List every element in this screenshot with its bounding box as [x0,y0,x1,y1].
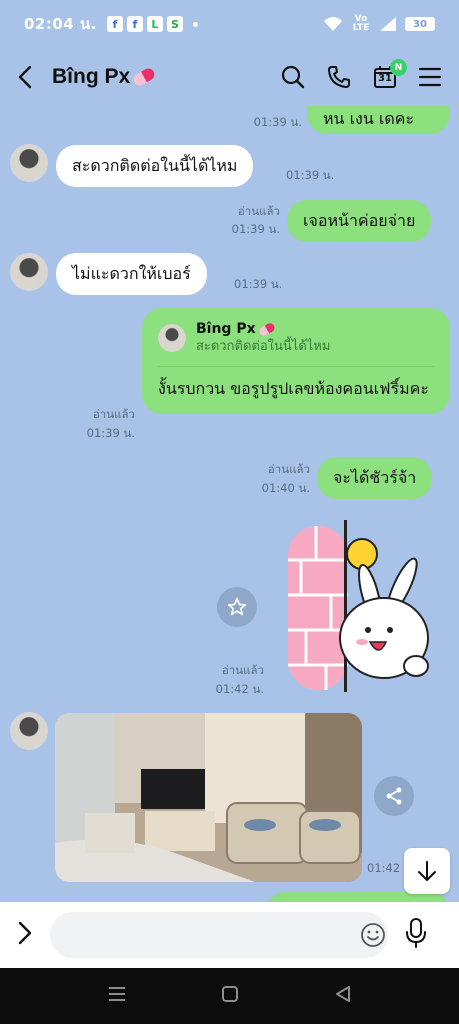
avatar[interactable] [10,144,48,182]
avatar[interactable] [10,712,48,750]
pill-emoji-icon [257,321,276,337]
battery-indicator: 30 [405,17,435,31]
more-notifications-dot [192,21,198,27]
arrow-down-icon [418,861,436,881]
quoted-sender-name: Bîng Px [196,321,256,337]
share-icon [386,787,402,805]
shield-icon: S [166,16,183,32]
menu-icon[interactable] [419,67,441,87]
chat-header: Bîng Px 31 N [0,48,459,106]
photo-message[interactable] [55,713,362,882]
quoted-text: สะดวกติดต่อในนี้ได้ไหม [196,339,331,354]
phone-icon[interactable] [327,65,351,89]
message-bubble-outgoing[interactable]: เจอหน้าค่อยจ่าย [287,200,432,242]
read-receipt: อ่านแล้ว [92,407,135,421]
message-time: 01:39 น. [231,222,280,236]
message-time: 01:39 น. [286,168,335,182]
network-label: Vo LTE [352,14,370,33]
search-icon[interactable] [281,65,305,89]
microphone-icon[interactable] [406,918,426,952]
message-time: 01:39 น. [253,115,302,129]
facebook-icon: f [106,16,123,32]
status-bar: 02:04 น. f f L S Vo LTE 30 [0,0,459,48]
message-text: งั้นรบกวน ขอรูปรูปเลขห้องคอนเฟริ์มคะ [158,379,429,398]
quoted-message[interactable]: Bîng Px สะดวกติดต่อในนี้ได้ไหม [158,320,434,367]
back-arrow-icon[interactable] [18,65,32,89]
message-text: ไม่แะดวกให้เบอร์ [72,264,191,283]
calendar-icon[interactable]: 31 N [373,59,407,89]
home-icon[interactable] [221,985,239,1007]
read-receipt: อ่านแล้ว [267,462,310,476]
quoted-avatar [158,324,186,352]
avatar[interactable] [10,253,48,291]
read-receipt: อ่านแล้ว [221,663,264,677]
message-text: จะได้ชัวร์จ้า [333,468,417,487]
emoji-icon[interactable] [360,922,386,952]
message-bubble-outgoing[interactable]: จะได้ชัวร์จ้า [317,457,433,499]
line-icon: L [146,16,163,32]
message-time: 01:42 น. [215,682,264,696]
read-receipt: อ่านแล้ว [237,204,280,218]
pill-emoji-icon [131,66,157,89]
scroll-to-bottom-button[interactable] [404,848,450,894]
expand-menu-icon[interactable] [18,921,32,949]
message-text: หน เงน เดคะ [323,109,415,128]
message-text: สะดวกติดต่อในนี้ได้ไหม [72,156,238,175]
message-bubble-incoming[interactable]: สะดวกติดต่อในนี้ได้ไหม [56,145,254,187]
message-text: เจอหน้าค่อยจ่าย [303,211,416,230]
system-navigation-bar [0,968,459,1024]
message-bubble-incoming[interactable]: ไม่แะดวกให้เบอร์ [56,253,207,295]
contact-name: Bîng Px [52,65,131,88]
notification-icons: f f L S [106,16,198,32]
recent-apps-icon[interactable] [108,986,126,1006]
back-icon[interactable] [334,985,352,1007]
facebook-icon: f [126,16,143,32]
status-time: 02:04 น. [24,15,97,33]
favorite-star-button[interactable] [217,587,257,627]
message-time: 01:39 น. [234,277,283,291]
wifi-icon [324,17,342,31]
message-input-bar [0,902,459,968]
chat-title: Bîng Px [52,65,157,89]
message-bubble-outgoing[interactable]: หน เงน เดคะ [307,106,450,134]
message-time: 01:39 น. [86,426,135,440]
star-icon [227,597,247,616]
share-button[interactable] [374,776,414,816]
signal-icon [380,17,396,31]
quoted-sender: Bîng Px [196,320,330,338]
message-time: 01:42 [367,861,401,875]
message-time: 01:40 น. [261,481,310,495]
reply-message-bubble[interactable]: Bîng Px สะดวกติดต่อในนี้ได้ไหม งั้นรบกวน… [142,308,450,414]
calendar-day: 31 [378,73,392,84]
new-badge: N [390,59,407,76]
message-input[interactable] [50,912,388,958]
chat-messages[interactable]: หน เงน เดคะ 01:39 น. สะดวกติดต่อในนี้ได้… [0,106,459,902]
sticker[interactable] [286,520,432,692]
